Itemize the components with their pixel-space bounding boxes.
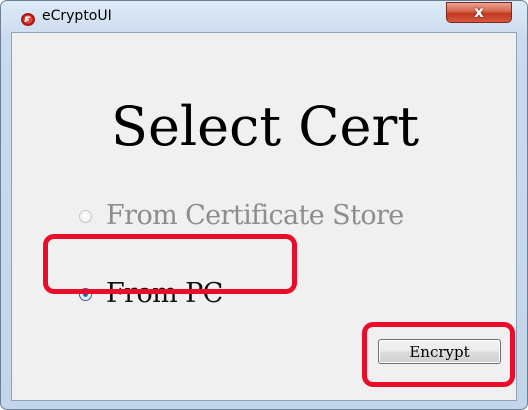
close-button[interactable]: x xyxy=(446,2,512,23)
app-window: eCryptoUI x Select Cert From Certificate… xyxy=(0,0,528,410)
page-title: Select Cert xyxy=(110,95,420,158)
window-title: eCryptoUI xyxy=(42,8,112,24)
ecrypto-app-icon xyxy=(20,11,36,27)
radio-button-certificate-store xyxy=(79,209,92,223)
radio-option-certificate-store: From Certificate Store xyxy=(79,199,404,233)
close-icon: x xyxy=(474,3,484,21)
highlight-box-from-pc xyxy=(43,234,297,294)
highlight-box-encrypt xyxy=(362,322,515,387)
title-bar[interactable]: eCryptoUI x xyxy=(1,1,527,31)
radio-label-certificate-store: From Certificate Store xyxy=(106,200,404,231)
